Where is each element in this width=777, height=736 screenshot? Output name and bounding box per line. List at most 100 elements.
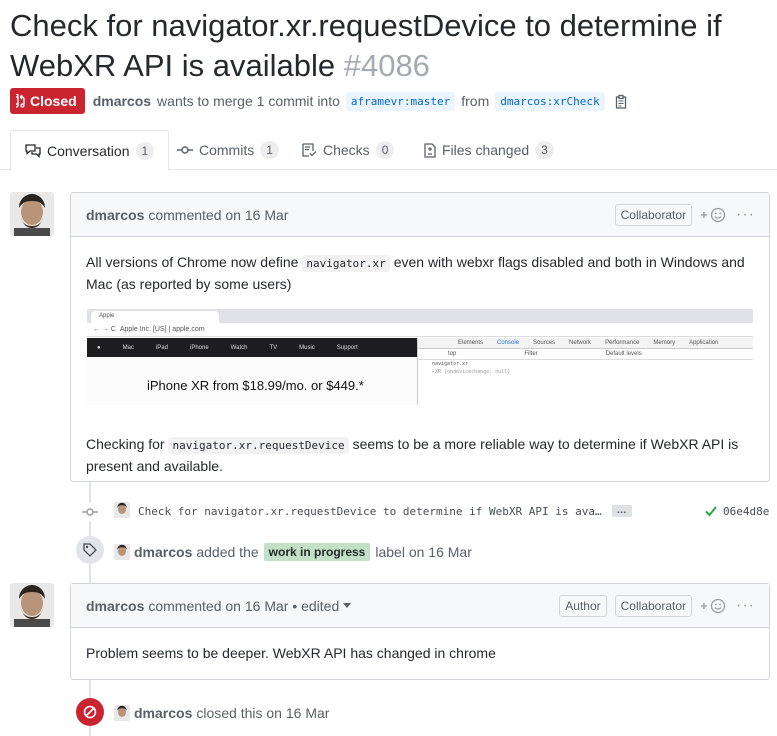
nav-item: iPhone [189, 344, 209, 351]
event-author[interactable]: dmarcos [134, 705, 192, 721]
git-commit-icon [177, 146, 193, 154]
hero-text: iPhone XR from $18.99/mo. or $449.* [147, 378, 364, 393]
devtools-filter-bar: top Filter Default levels [418, 349, 753, 360]
comment-box: dmarcos commented on 16 Mar • edited Aut… [70, 583, 770, 680]
text: All versions of Chrome now define [86, 254, 299, 270]
head-branch[interactable]: dmarcos:xrCheck [495, 91, 605, 111]
pr-number: #4086 [343, 48, 430, 83]
embedded-screenshot[interactable]: Apple ← → C Apple Inc. [US] | apple.com … [87, 309, 753, 405]
tab-counter: 1 [260, 141, 279, 159]
kebab-horizontal-icon[interactable]: ··· [736, 206, 755, 224]
apple-logo-icon: ● [97, 344, 101, 351]
nav-item: iPad [155, 344, 168, 351]
tab-checks[interactable]: Checks 0 [288, 130, 408, 170]
browser-tabbar: Apple [87, 309, 753, 323]
circle-slash-icon [76, 698, 104, 726]
add-reaction-button[interactable] [700, 598, 728, 614]
browser-tab-title: Apple [99, 313, 115, 319]
browser-address: Apple Inc. [US] | apple.com [119, 326, 205, 333]
tab-label: Files changed [442, 142, 530, 158]
tab-commits[interactable]: Commits 1 [163, 130, 293, 170]
comment-meta[interactable]: commented on 16 Mar • edited [148, 598, 339, 614]
avatar[interactable] [114, 544, 130, 560]
role-label: Collaborator [614, 204, 693, 226]
tab-counter: 0 [375, 141, 395, 159]
devtools-tabs: Elements Console Sources Network Perform… [418, 338, 753, 349]
tab-counter: 3 [535, 141, 554, 159]
checklist-icon [302, 143, 317, 157]
comment-author[interactable]: dmarcos [86, 598, 144, 614]
merge-text: wants to merge 1 commit into [157, 93, 340, 109]
comment-paragraph: All versions of Chrome now define naviga… [86, 252, 754, 295]
commit-message[interactable]: Check for navigator.xr.requestDevice to … [138, 505, 602, 518]
author-link[interactable]: dmarcos [93, 93, 151, 109]
inline-code: navigator.xr.requestDevice [168, 437, 349, 454]
comment-actions: Author Collaborator ··· [559, 584, 755, 628]
pr-tabs: Conversation 1 Commits 1 Checks 0 Files … [0, 130, 777, 171]
tab-files-changed[interactable]: Files changed 3 [410, 130, 568, 170]
browser-tab: Apple [91, 311, 219, 323]
nav-item: Music [299, 344, 315, 351]
comment-author[interactable]: dmarcos [86, 207, 144, 223]
avatar[interactable] [114, 705, 130, 721]
tab-conversation[interactable]: Conversation 1 [10, 130, 170, 171]
tag-icon [76, 536, 104, 564]
file-diff-icon [424, 142, 436, 158]
browser-addressbar: ← → C Apple Inc. [US] | apple.com [87, 323, 753, 337]
merge-info: dmarcos wants to merge 1 commit into afr… [93, 91, 628, 111]
label-pill[interactable]: work in progress [263, 543, 371, 561]
smiley-plus-icon [701, 598, 726, 614]
git-pull-request-icon [16, 94, 25, 108]
apple-navbar: ● Mac iPad iPhone Watch TV Music Support [87, 338, 417, 357]
triangle-down-icon[interactable] [343, 602, 352, 609]
devtools-tab: Performance [605, 340, 640, 346]
devtools-tab: Sources [533, 340, 556, 346]
avatar[interactable] [114, 502, 130, 518]
base-branch[interactable]: aframevr:master [345, 91, 456, 111]
clippy-icon[interactable] [615, 94, 628, 109]
nav-item: Support [336, 344, 358, 351]
check-icon[interactable] [705, 505, 717, 517]
commit-sha[interactable]: 06e4d8e [723, 505, 769, 518]
smiley-plus-icon [701, 207, 726, 223]
text: Checking for [86, 436, 165, 452]
nav-item: Mac [122, 344, 134, 351]
devtools-filter: Filter [524, 351, 538, 357]
avatar[interactable] [10, 192, 54, 236]
event-text: added the [196, 544, 259, 560]
comment-actions: Collaborator ··· [614, 193, 755, 237]
comment-paragraph: Checking for navigator.xr.requestDevice … [86, 434, 754, 477]
devtools-context: top [448, 351, 457, 357]
comment-body-2: Checking for navigator.xr.requestDevice … [71, 419, 769, 492]
comment-meta[interactable]: commented on 16 Mar [148, 207, 288, 223]
devtools-panel: Elements Console Sources Network Perform… [417, 338, 753, 405]
devtools-tab: Application [689, 340, 719, 346]
event-text: label on 16 Mar [375, 544, 472, 560]
commit-item: Check for navigator.xr.requestDevice to … [138, 503, 632, 519]
tab-label: Commits [199, 142, 255, 158]
comment-body: All versions of Chrome now define naviga… [71, 237, 769, 310]
nav-item: Watch [230, 344, 248, 351]
devtools-tab: Memory [653, 340, 676, 346]
state-badge: Closed [10, 88, 85, 114]
comment-body: Problem seems to be deeper. WebXR API ha… [71, 628, 769, 679]
comment-header: dmarcos commented on 16 Mar • edited Aut… [71, 584, 769, 628]
tab-label: Checks [323, 142, 370, 158]
expand-commit-button[interactable]: … [611, 505, 632, 517]
console-line: navigator.xr [432, 361, 469, 367]
commit-status: 06e4d8e [705, 503, 769, 519]
event-author[interactable]: dmarcos [134, 544, 192, 560]
event-text: closed this on 16 Mar [196, 705, 330, 721]
comment-paragraph: Problem seems to be deeper. WebXR API ha… [86, 645, 496, 661]
tab-label: Conversation [47, 142, 130, 159]
console-line: ▸XR {ondevicechange: null} [432, 369, 511, 375]
devtools-tab: Console [497, 340, 520, 346]
pr-meta: Closed dmarcos wants to merge 1 commit i… [10, 88, 628, 114]
avatar[interactable] [10, 583, 54, 627]
git-commit-icon [81, 503, 99, 521]
close-event: dmarcos closed this on 16 Mar [134, 703, 329, 723]
role-label: Collaborator [614, 595, 693, 617]
kebab-horizontal-icon[interactable]: ··· [736, 597, 755, 615]
state-label: Closed [30, 93, 77, 109]
add-reaction-button[interactable] [700, 207, 728, 223]
